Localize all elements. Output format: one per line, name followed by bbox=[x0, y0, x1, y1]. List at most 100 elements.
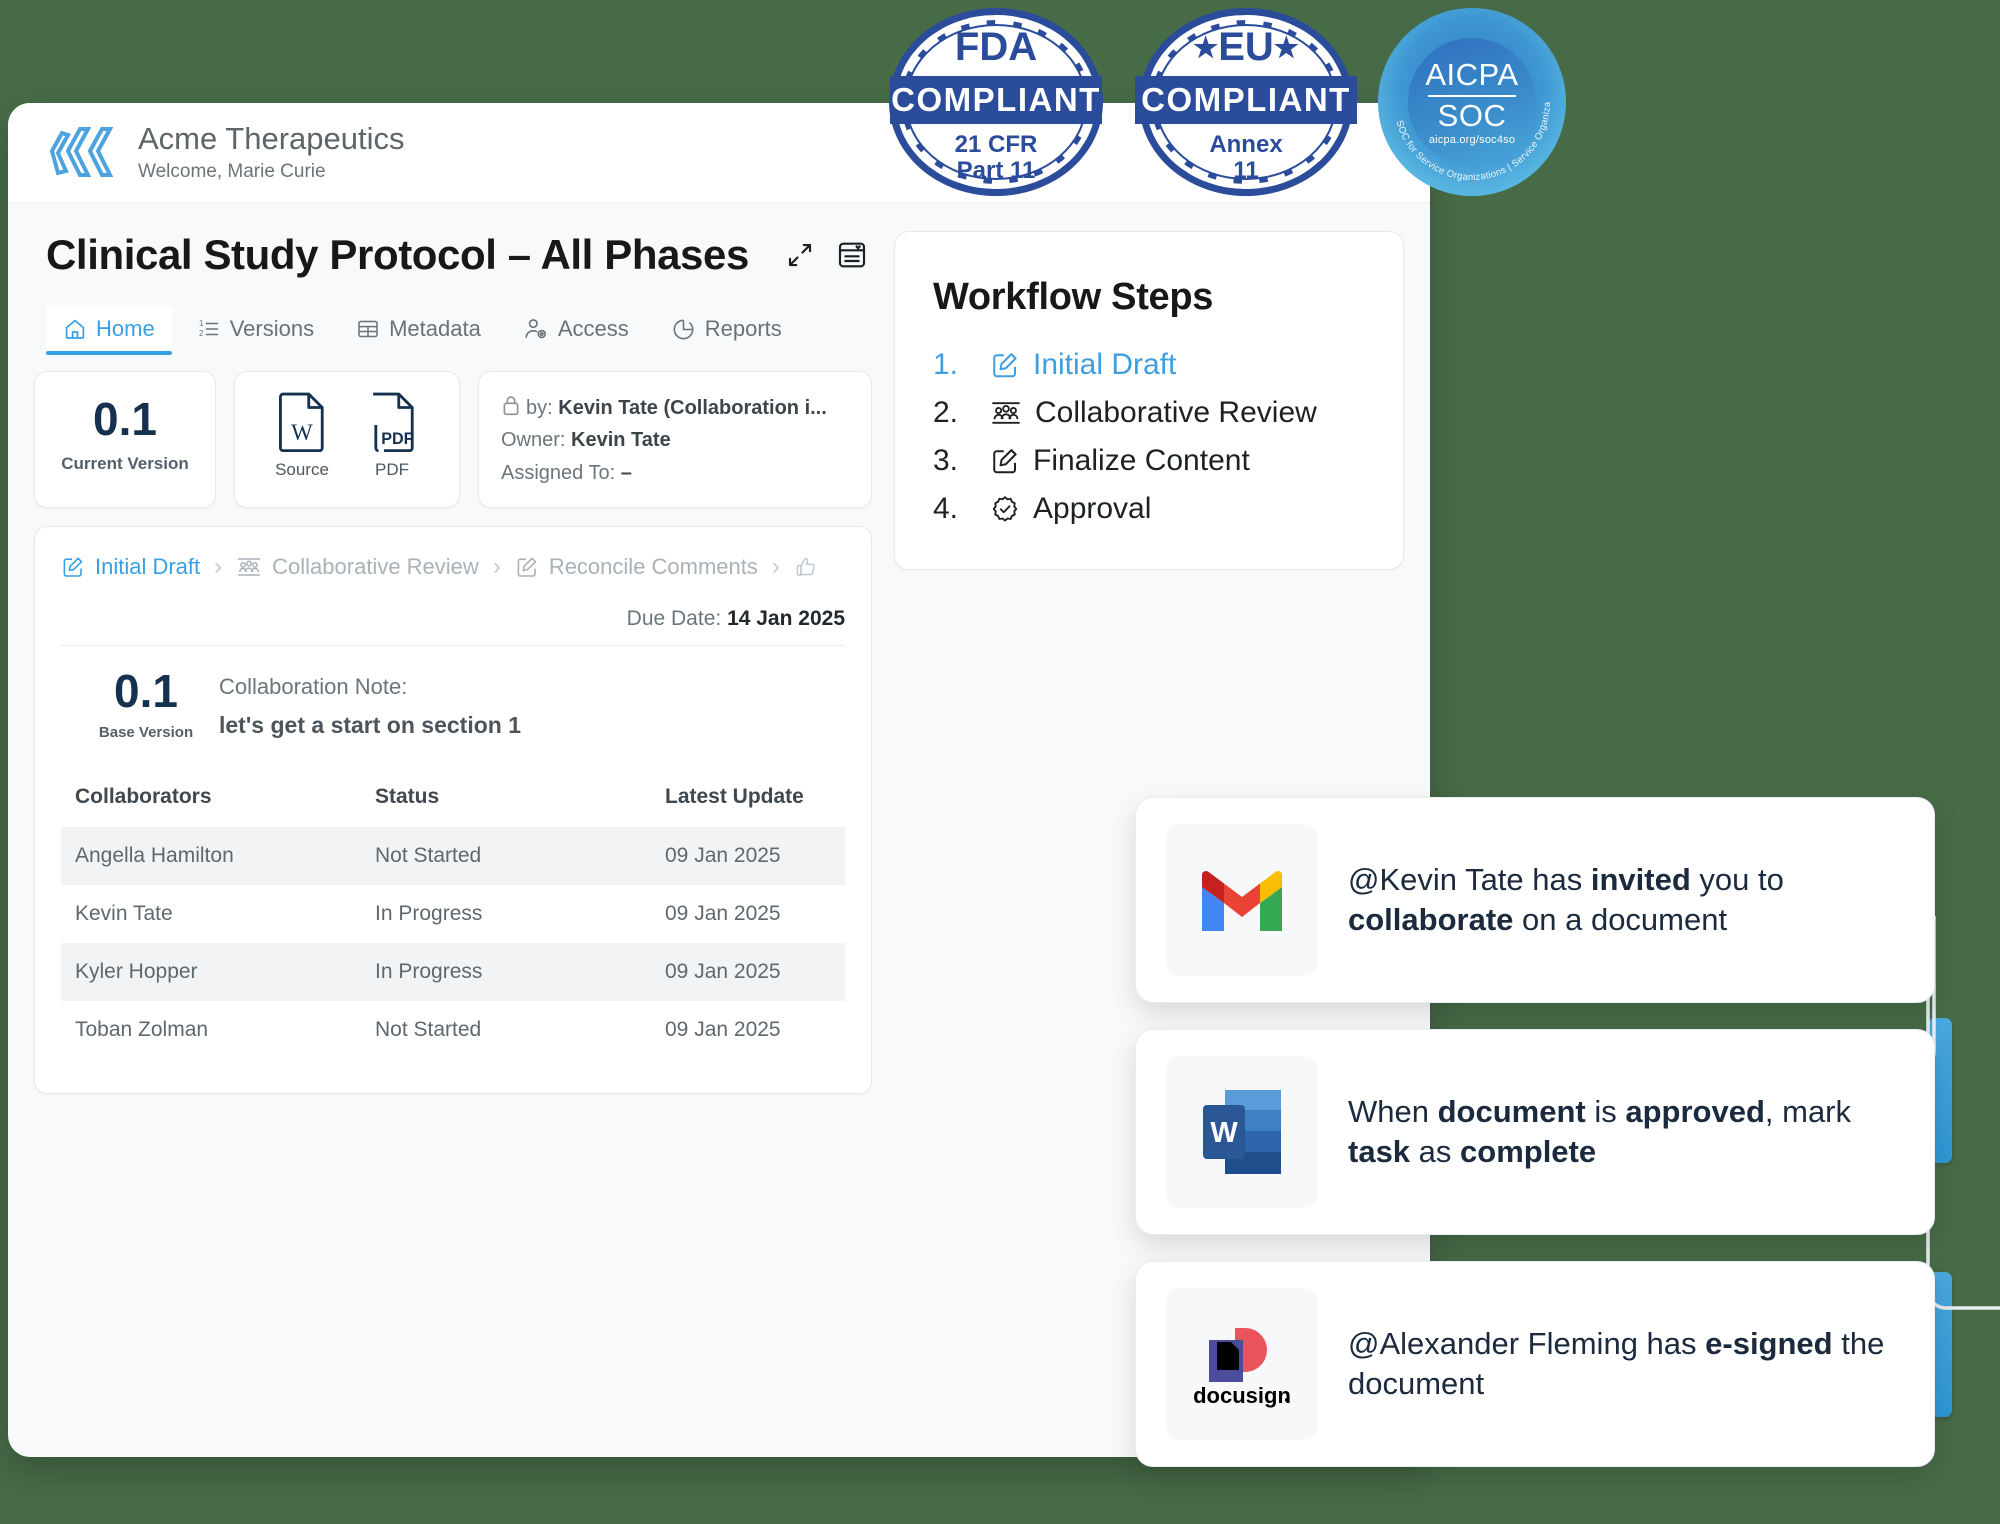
collaboration-note: 0.1 Base Version Collaboration Note: let… bbox=[61, 646, 845, 747]
gmail-icon bbox=[1202, 871, 1282, 931]
tab-bar: Home 1 2 Versions Metadata Access Report… bbox=[46, 305, 872, 355]
workflow-step-initial-draft[interactable]: 1. Initial Draft bbox=[925, 341, 1373, 389]
current-version-value: 0.1 bbox=[93, 393, 157, 445]
word-icon: W bbox=[1203, 1090, 1281, 1174]
owner-label: Owner: bbox=[501, 429, 566, 452]
badge-eu-bottom: Annex 11 bbox=[1209, 130, 1283, 184]
breadcrumb-label: Reconcile Comments bbox=[548, 554, 758, 580]
notif-part-bold: e-signed bbox=[1705, 1326, 1833, 1362]
pdf-file-icon: PDF bbox=[373, 392, 414, 452]
tab-metadata[interactable]: Metadata bbox=[339, 305, 498, 355]
notification-card-gmail[interactable]: @Kevin Tate has invited you to collabora… bbox=[1135, 797, 1935, 1003]
document-panel-icon[interactable] bbox=[835, 238, 869, 272]
notification-text: When document is approved, mark task as … bbox=[1348, 1092, 1904, 1171]
tab-home-label: Home bbox=[96, 316, 155, 341]
assigned-label: Assigned To: bbox=[501, 461, 616, 484]
breadcrumb-label: Collaborative Review bbox=[272, 554, 479, 580]
notification-text: @Kevin Tate has invited you to collabora… bbox=[1348, 860, 1904, 939]
chevron-right-icon: › bbox=[492, 553, 501, 581]
tab-access[interactable]: Access bbox=[506, 305, 646, 355]
notif-part-bold: task bbox=[1348, 1134, 1411, 1169]
step-number: 3. bbox=[933, 444, 959, 477]
cell-date: 09 Jan 2025 bbox=[665, 902, 781, 926]
badge-fda-top: FDA bbox=[954, 24, 1038, 69]
due-date-label: Due Date: bbox=[626, 607, 722, 631]
notif-part-bold: complete bbox=[1460, 1134, 1597, 1169]
collaboration-note-title: Collaboration Note: bbox=[219, 674, 408, 700]
notif-part: @Kevin Tate has bbox=[1348, 862, 1591, 898]
svg-text:W: W bbox=[1210, 1117, 1238, 1149]
svg-text:2: 2 bbox=[199, 329, 204, 338]
workflow-step-collaborative-review[interactable]: 2. Collaborative Review bbox=[925, 389, 1373, 437]
cell-status: In Progress bbox=[375, 902, 483, 926]
star-icon: ★ bbox=[1193, 31, 1219, 63]
locked-by-value: Kevin Tate (Collaboration i... bbox=[558, 397, 827, 419]
cell-status: In Progress bbox=[375, 960, 483, 984]
breadcrumb-label: Initial Draft bbox=[95, 554, 201, 580]
workflow-step-finalize-content[interactable]: 3. Finalize Content bbox=[925, 437, 1373, 485]
notif-part-bold: approved bbox=[1625, 1094, 1765, 1130]
tab-home[interactable]: Home bbox=[46, 305, 172, 355]
breadcrumb-item-approval[interactable] bbox=[794, 555, 818, 579]
cell-status: Not Started bbox=[375, 844, 482, 868]
notification-card-docusign[interactable]: docusign @Alexander Fleming has e-signed… bbox=[1135, 1261, 1935, 1467]
table-row[interactable]: Angella Hamilton Not Started 09 Jan 2025 bbox=[61, 827, 845, 886]
pdf-file-label: PDF bbox=[375, 460, 409, 479]
step-number: 2. bbox=[933, 396, 959, 429]
breadcrumb-item-reconcile-comments[interactable]: Reconcile Comments bbox=[515, 554, 758, 580]
source-file-label: Source bbox=[275, 460, 329, 479]
assigned-line: Assigned To: – bbox=[501, 457, 849, 489]
group-people-icon bbox=[992, 402, 1020, 424]
breadcrumb-item-initial-draft[interactable]: Initial Draft bbox=[61, 554, 200, 580]
table-row[interactable]: Kevin Tate In Progress 09 Jan 2025 bbox=[61, 885, 845, 943]
summary-cards: 0.1 Current Version W Source PDF PDF by:… bbox=[34, 371, 872, 509]
badge-eu-band: COMPLIANT bbox=[1135, 75, 1357, 124]
pdf-file-button[interactable]: PDF PDF bbox=[364, 390, 420, 491]
acme-chevron-logo bbox=[49, 126, 114, 177]
file-downloads-card: W Source PDF PDF bbox=[234, 371, 460, 509]
table-row[interactable]: Toban Zolman Not Started 09 Jan 2025 bbox=[61, 1001, 845, 1059]
compliance-badges: FDA COMPLIANT 21 CFR Part 11 ★EU★ COMPLIA… bbox=[880, 2, 1566, 202]
badge-eu-compliant: ★EU★ COMPLIANT Annex 11 bbox=[1130, 2, 1362, 202]
notif-part: is bbox=[1585, 1094, 1626, 1130]
tab-reports-label: Reports bbox=[704, 316, 782, 341]
chevron-right-icon: › bbox=[214, 553, 223, 581]
lock-icon bbox=[503, 396, 519, 416]
locked-by-line: by: Kevin Tate (Collaboration i... bbox=[501, 392, 849, 424]
current-version-label: Current Version bbox=[61, 454, 189, 473]
source-file-button[interactable]: W Source bbox=[274, 390, 330, 491]
expand-icon[interactable] bbox=[783, 238, 817, 272]
notification-icon-wrap: W bbox=[1166, 1056, 1318, 1208]
svg-text:1: 1 bbox=[199, 319, 204, 328]
word-file-icon: W bbox=[279, 392, 324, 452]
edit-square-icon bbox=[517, 557, 537, 577]
notif-part: you to bbox=[1690, 862, 1784, 898]
workflow-step-approval[interactable]: 4. Approval bbox=[925, 485, 1373, 533]
notif-part-bold: document bbox=[1437, 1094, 1586, 1130]
notif-part-bold: collaborate bbox=[1348, 902, 1514, 937]
table-row[interactable]: Kyler Hopper In Progress 09 Jan 2025 bbox=[61, 943, 845, 1002]
base-version-value: 0.1 bbox=[114, 665, 178, 718]
user-gear-icon bbox=[525, 319, 546, 339]
notification-card-word[interactable]: W When document is approved, mark task a… bbox=[1135, 1029, 1935, 1235]
edit-square-icon bbox=[993, 449, 1017, 474]
notif-part: on a document bbox=[1513, 902, 1728, 937]
table-header-row: Collaborators Status Latest Update bbox=[61, 777, 845, 827]
collaboration-note-text: let's get a start on section 1 bbox=[219, 712, 521, 739]
cell-name: Kyler Hopper bbox=[75, 960, 198, 984]
tab-versions[interactable]: 1 2 Versions bbox=[180, 305, 331, 355]
workflow-detail-panel: Initial Draft › Collaborative Review › R… bbox=[34, 526, 872, 1095]
tab-reports[interactable]: Reports bbox=[654, 305, 799, 355]
cell-status: Not Started bbox=[375, 1018, 482, 1042]
badge-aicpa-soc: SOC for Service Organizations | Service … bbox=[1378, 2, 1566, 196]
notification-icon-wrap bbox=[1166, 824, 1318, 976]
cell-name: Kevin Tate bbox=[75, 902, 173, 926]
tab-access-label: Access bbox=[557, 316, 629, 341]
soc-arc-text: SOC for Service Organizations | Service … bbox=[1378, 8, 1553, 183]
badge-fda-compliant: FDA COMPLIANT 21 CFR Part 11 bbox=[880, 2, 1112, 202]
badge-fda-band: COMPLIANT bbox=[890, 75, 1102, 124]
cell-date: 09 Jan 2025 bbox=[665, 844, 781, 868]
breadcrumb-item-collaborative-review[interactable]: Collaborative Review bbox=[236, 554, 479, 580]
svg-text:W: W bbox=[291, 420, 313, 445]
table-icon bbox=[358, 320, 378, 338]
